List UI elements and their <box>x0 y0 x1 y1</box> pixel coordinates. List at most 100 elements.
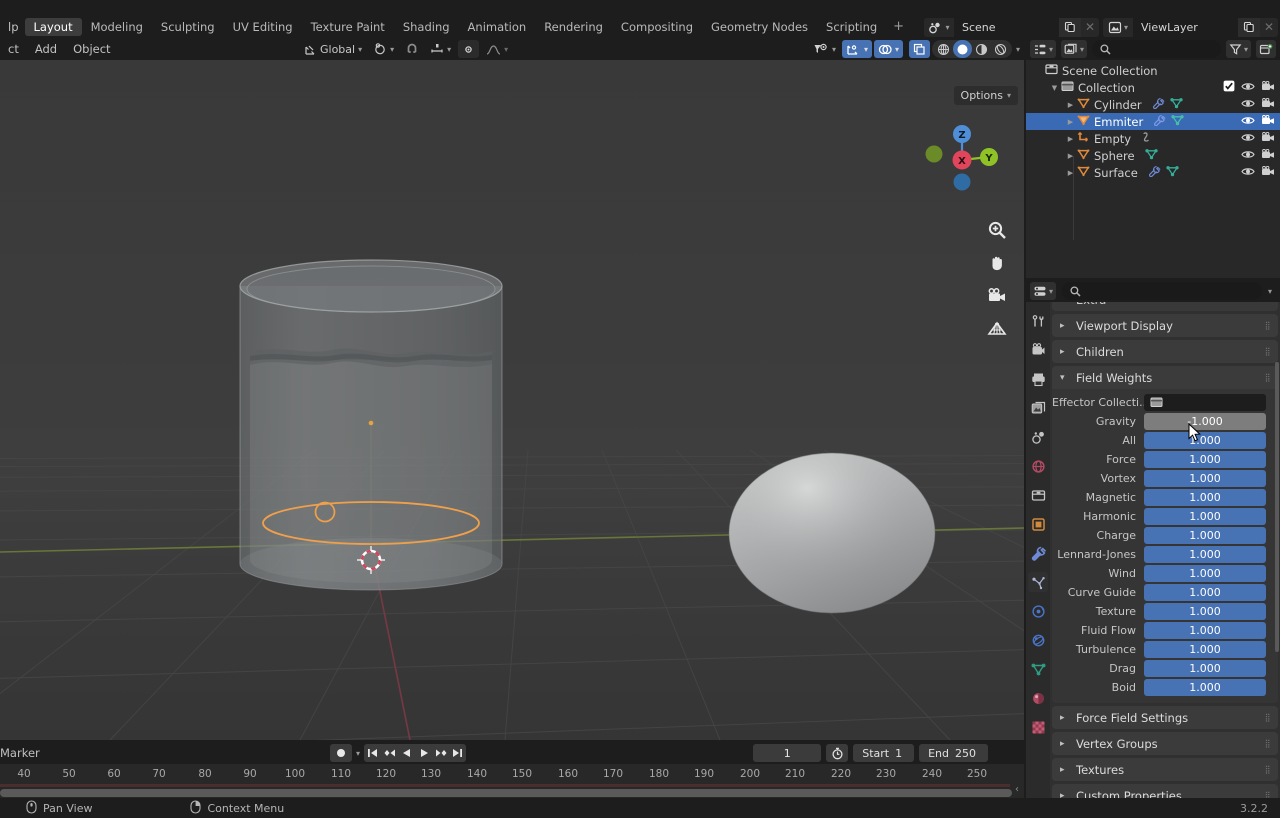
outliner-editor[interactable]: ▾ ▾ ▾ Scene Collection ▼ Collection ▶ Cy… <box>1026 38 1280 278</box>
panel-grip-icon[interactable]: ⣿ <box>1265 373 1271 381</box>
workspace-tab-animation[interactable]: Animation <box>459 18 536 36</box>
field-row-turbulence[interactable]: Turbulence 1.000 <box>1052 640 1278 659</box>
field-row-lennard-jones[interactable]: Lennard-Jones 1.000 <box>1052 545 1278 564</box>
panel-field-weights[interactable]: ▾ Field Weights ⣿ <box>1052 366 1278 389</box>
field-row-harmonic[interactable]: Harmonic 1.000 <box>1052 507 1278 526</box>
field-row-gravity[interactable]: Gravity -1.000 <box>1052 412 1278 431</box>
modifier-icon[interactable] <box>1153 114 1166 129</box>
panel-textures[interactable]: ▸ Textures ⣿ <box>1052 758 1278 781</box>
properties-editor-type-dropdown[interactable]: ▾ <box>1030 282 1057 300</box>
mesh-data-icon[interactable] <box>1171 114 1184 129</box>
field-row-fluid-flow[interactable]: Fluid Flow 1.000 <box>1052 621 1278 640</box>
outliner-filter-display-dropdown[interactable]: ▾ <box>1061 40 1088 58</box>
panel-grip-icon[interactable]: ⣿ <box>1265 791 1271 798</box>
outliner-row-scene-collection[interactable]: Scene Collection <box>1026 62 1280 79</box>
field-row-force[interactable]: Force 1.000 <box>1052 450 1278 469</box>
panel-grip-icon[interactable]: ⣿ <box>1265 321 1271 329</box>
gravity-slider[interactable]: -1.000 <box>1144 412 1266 430</box>
field-row-charge[interactable]: Charge 1.000 <box>1052 526 1278 545</box>
curve-guide-slider[interactable]: 1.000 <box>1144 583 1266 601</box>
properties-editor[interactable]: ▾ ▾ ▸ Viewport Display ⣿ ▸ Children ⣿ ▾ … <box>1026 280 1280 798</box>
jump-end-icon[interactable] <box>449 744 466 762</box>
frame-range-end[interactable]: End 250 <box>919 744 988 762</box>
field-row-all[interactable]: All 1.000 <box>1052 431 1278 450</box>
eye-icon[interactable] <box>1241 166 1255 180</box>
viewlayer-name[interactable]: ViewLayer <box>1133 17 1238 37</box>
shading-rendered-icon[interactable] <box>991 40 1010 58</box>
mesh-data-icon[interactable] <box>1169 97 1183 112</box>
panel-force-field-settings[interactable]: ▸ Force Field Settings ⣿ <box>1052 706 1278 729</box>
force-slider[interactable]: 1.000 <box>1144 450 1266 468</box>
expand-toggle[interactable]: ▼ <box>1048 84 1061 92</box>
properties-scrollbar[interactable] <box>1275 362 1279 652</box>
panel-viewport-display[interactable]: ▸ Viewport Display ⣿ <box>1052 314 1278 337</box>
proportional-falloff-dropdown[interactable]: ▾ <box>482 40 512 58</box>
panel-children[interactable]: ▸ Children ⣿ <box>1052 340 1278 363</box>
new-viewlayer-icon[interactable] <box>1238 17 1260 37</box>
modifier-icon[interactable] <box>1148 165 1161 180</box>
expand-toggle[interactable]: ▶ <box>1064 169 1077 177</box>
texture-slider[interactable]: 1.000 <box>1144 602 1266 620</box>
lennard-jones-slider[interactable]: 1.000 <box>1144 545 1266 563</box>
play-reverse-icon[interactable] <box>398 744 415 762</box>
field-row-boid[interactable]: Boid 1.000 <box>1052 678 1278 697</box>
properties-tab-view-layer[interactable] <box>1028 398 1048 418</box>
charge-slider[interactable]: 1.000 <box>1144 526 1266 544</box>
frame-range-start[interactable]: Start 1 <box>853 744 915 762</box>
eye-icon[interactable] <box>1241 115 1255 129</box>
drag-slider[interactable]: 1.000 <box>1144 659 1266 677</box>
next-keyframe-icon[interactable] <box>432 744 449 762</box>
properties-options-dropdown[interactable]: ▾ <box>1268 287 1276 296</box>
turbulence-slider[interactable]: 1.000 <box>1144 640 1266 658</box>
workspace-tab-sculpting[interactable]: Sculpting <box>152 18 224 36</box>
properties-tab-physics[interactable] <box>1028 601 1048 621</box>
expand-toggle[interactable]: ▶ <box>1064 135 1077 143</box>
field-row-texture[interactable]: Texture 1.000 <box>1052 602 1278 621</box>
scene-selector[interactable]: ▾ Scene ✕ <box>924 17 1099 37</box>
snap-magnet-toggle[interactable] <box>401 40 423 58</box>
expand-toggle[interactable]: ▶ <box>1064 101 1077 109</box>
field-row-vortex[interactable]: Vortex 1.000 <box>1052 469 1278 488</box>
field-row-effector-collection[interactable]: Effector Collecti... <box>1052 393 1278 412</box>
expand-toggle[interactable]: ▶ <box>1064 118 1077 126</box>
viewlayer-selector[interactable]: ▾ ViewLayer ✕ <box>1103 17 1278 37</box>
scene-name[interactable]: Scene <box>954 17 1059 37</box>
eye-icon[interactable] <box>1241 98 1255 112</box>
expand-toggle[interactable]: ▶ <box>1064 152 1077 160</box>
shading-solid-icon[interactable] <box>952 40 972 58</box>
checkbox-icon[interactable] <box>1223 80 1235 95</box>
timeline-horizontal-scrollbar[interactable] <box>0 789 1012 797</box>
overlays-toggle[interactable]: ▾ <box>873 40 903 58</box>
field-row-drag[interactable]: Drag 1.000 <box>1052 659 1278 678</box>
outliner-tree[interactable]: Scene Collection ▼ Collection ▶ Cylinder… <box>1026 60 1280 278</box>
camera-render-icon[interactable] <box>1261 131 1275 146</box>
outliner-display-mode-dropdown[interactable]: ▾ <box>1030 40 1057 58</box>
properties-tab-world[interactable] <box>1028 456 1048 476</box>
keying-dropdown[interactable]: ▾ <box>356 749 360 758</box>
workspace-tab-compositing[interactable]: Compositing <box>612 18 702 36</box>
mesh-data-icon[interactable] <box>1166 165 1179 180</box>
panel-custom-properties[interactable]: ▸ Custom Properties ⣿ <box>1052 784 1278 798</box>
outliner-row-cylinder[interactable]: ▶ Cylinder <box>1026 96 1280 113</box>
boid-slider[interactable]: 1.000 <box>1144 678 1266 696</box>
properties-panel-list[interactable]: ▸ Extra ▸ Viewport Display ⣿ ▸ Children … <box>1050 302 1280 798</box>
outliner-row-emmiter[interactable]: ▶ Emmiter <box>1026 113 1280 130</box>
menu-help[interactable]: lp <box>2 20 25 34</box>
snap-settings-dropdown[interactable]: ▾ <box>426 40 455 58</box>
properties-tab-output[interactable] <box>1028 369 1048 389</box>
outliner-search-input[interactable] <box>1092 40 1221 58</box>
panel-grip-icon[interactable]: ⣿ <box>1265 765 1271 773</box>
viewport-options-dropdown[interactable]: Options ▾ <box>953 86 1018 105</box>
viewport-menu-object-mode[interactable]: ct <box>0 38 27 60</box>
workspace-tab-texture-paint[interactable]: Texture Paint <box>302 18 394 36</box>
zoom-icon[interactable] <box>985 218 1009 242</box>
field-row-magnetic[interactable]: Magnetic 1.000 <box>1052 488 1278 507</box>
field-row-wind[interactable]: Wind 1.000 <box>1052 564 1278 583</box>
properties-tab-texture[interactable] <box>1028 717 1048 737</box>
properties-tab-constraints[interactable] <box>1028 630 1048 650</box>
jump-start-icon[interactable] <box>364 744 381 762</box>
navigation-gizmo[interactable]: Z X Y <box>918 110 1002 194</box>
constraint-icon[interactable] <box>1141 131 1154 146</box>
outliner-row-empty[interactable]: ▶ Empty <box>1026 130 1280 147</box>
workspace-tab-shading[interactable]: Shading <box>394 18 459 36</box>
